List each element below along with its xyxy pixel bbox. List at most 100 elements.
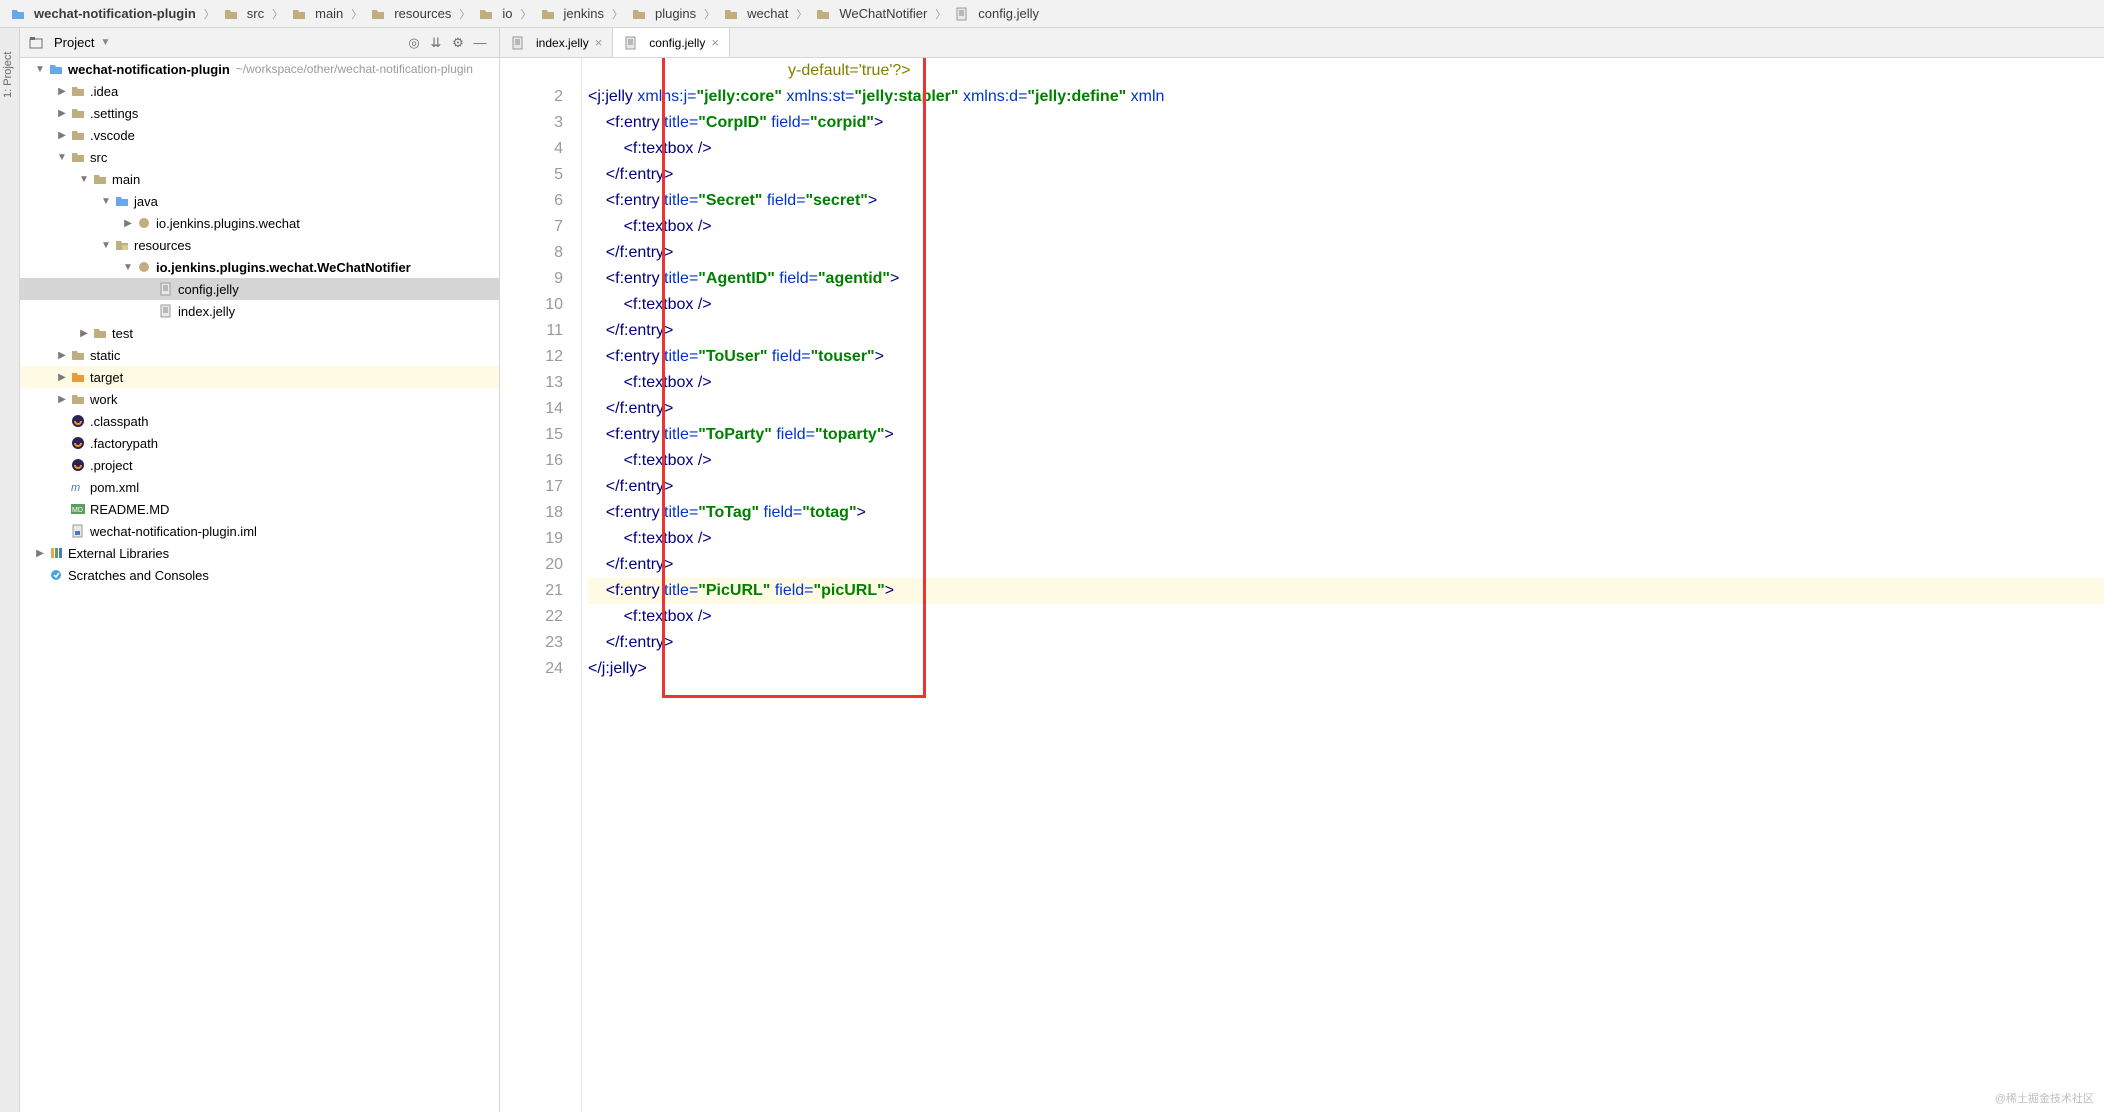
tree-label: resources (134, 238, 191, 253)
breadcrumb[interactable]: wechat-notification-plugin〉src〉main〉reso… (0, 0, 2104, 28)
code-line[interactable]: <f:textbox /> (588, 448, 2104, 474)
tree-node[interactable]: config.jelly (20, 278, 499, 300)
chevron-right-icon: 〉 (702, 6, 717, 22)
sidebar-title: Project (54, 35, 94, 50)
tree-node[interactable]: wechat-notification-plugin.iml (20, 520, 499, 542)
chevron-right-icon: 〉 (270, 6, 285, 22)
locate-icon[interactable]: ◎ (403, 32, 425, 54)
tree-arrow-icon[interactable] (98, 196, 114, 207)
code-line[interactable]: <j:jelly xmlns:j="jelly:core" xmlns:st="… (588, 84, 2104, 110)
code-line[interactable]: <f:textbox /> (588, 214, 2104, 240)
code-line[interactable]: <f:entry title="AgentID" field="agentid"… (588, 266, 2104, 292)
code-line[interactable]: <f:entry title="ToTag" field="totag"> (588, 500, 2104, 526)
tree-arrow-icon[interactable] (54, 108, 70, 119)
tree-arrow-icon[interactable] (54, 130, 70, 141)
code-line[interactable]: </f:entry> (588, 474, 2104, 500)
code-line[interactable]: </f:entry> (588, 396, 2104, 422)
breadcrumb-label: resources (394, 6, 451, 21)
tree-node[interactable]: main (20, 168, 499, 190)
breadcrumb-item[interactable]: src (219, 4, 268, 24)
tool-strip-label[interactable]: 1: Project (2, 52, 14, 98)
tree-node[interactable]: target (20, 366, 499, 388)
close-icon[interactable]: × (711, 35, 719, 50)
editor-tabs[interactable]: index.jelly×config.jelly× (500, 28, 2104, 58)
code-content[interactable]: y-default='true'?><j:jelly xmlns:j="jell… (582, 58, 2104, 1112)
collapse-icon[interactable]: ⇊ (425, 32, 447, 54)
tree-label: Scratches and Consoles (68, 568, 209, 583)
code-line[interactable]: <f:textbox /> (588, 604, 2104, 630)
code-line[interactable]: <f:entry title="PicURL" field="picURL"> (588, 578, 2104, 604)
tree-node[interactable]: io.jenkins.plugins.wechat (20, 212, 499, 234)
tree-arrow-icon[interactable] (120, 218, 136, 229)
tree-node[interactable]: work (20, 388, 499, 410)
dropdown-icon[interactable]: ▼ (100, 37, 110, 48)
tree-node[interactable]: index.jelly (20, 300, 499, 322)
breadcrumb-label: plugins (655, 6, 696, 21)
breadcrumb-item[interactable]: resources (366, 4, 455, 24)
breadcrumb-item[interactable]: wechat-notification-plugin (6, 4, 200, 24)
code-line[interactable]: <f:textbox /> (588, 136, 2104, 162)
tree-label: io.jenkins.plugins.wechat (156, 216, 300, 231)
minimize-icon[interactable]: — (469, 32, 491, 54)
code-line[interactable]: </f:entry> (588, 240, 2104, 266)
close-icon[interactable]: × (595, 35, 603, 50)
code-line[interactable]: </j:jelly> (588, 656, 2104, 682)
breadcrumb-item[interactable]: WeChatNotifier (811, 4, 931, 24)
breadcrumb-item[interactable]: main (287, 4, 347, 24)
tree-node[interactable]: java (20, 190, 499, 212)
tree-label: .idea (90, 84, 118, 99)
breadcrumb-item[interactable]: io (474, 4, 516, 24)
tree-node[interactable]: .classpath (20, 410, 499, 432)
tree-node[interactable]: .factorypath (20, 432, 499, 454)
tree-path: ~/workspace/other/wechat-notification-pl… (236, 62, 473, 76)
tree-node[interactable]: wechat-notification-plugin~/workspace/ot… (20, 58, 499, 80)
tree-node[interactable]: src (20, 146, 499, 168)
code-line[interactable]: </f:entry> (588, 318, 2104, 344)
editor-tab[interactable]: config.jelly× (613, 28, 730, 57)
code-line[interactable]: <f:textbox /> (588, 292, 2104, 318)
tree-node[interactable]: Scratches and Consoles (20, 564, 499, 586)
code-line[interactable]: </f:entry> (588, 552, 2104, 578)
tree-node[interactable]: .project (20, 454, 499, 476)
tree-node[interactable]: resources (20, 234, 499, 256)
project-tree[interactable]: wechat-notification-plugin~/workspace/ot… (20, 58, 499, 1112)
tree-node[interactable]: io.jenkins.plugins.wechat.WeChatNotifier (20, 256, 499, 278)
tree-arrow-icon[interactable] (54, 86, 70, 97)
tree-arrow-icon[interactable] (32, 64, 48, 75)
breadcrumb-label: main (315, 6, 343, 21)
tree-arrow-icon[interactable] (54, 372, 70, 383)
tree-arrow-icon[interactable] (76, 174, 92, 185)
code-line[interactable]: </f:entry> (588, 162, 2104, 188)
breadcrumb-item[interactable]: jenkins (536, 4, 608, 24)
tree-arrow-icon[interactable] (120, 262, 136, 273)
tree-node[interactable]: .idea (20, 80, 499, 102)
tree-node[interactable]: test (20, 322, 499, 344)
code-line[interactable]: <f:entry title="ToUser" field="touser"> (588, 344, 2104, 370)
tree-node[interactable]: .settings (20, 102, 499, 124)
tree-arrow-icon[interactable] (54, 152, 70, 163)
code-line[interactable]: <f:entry title="ToParty" field="toparty"… (588, 422, 2104, 448)
code-line[interactable]: <f:textbox /> (588, 370, 2104, 396)
code-line[interactable]: <f:entry title="Secret" field="secret"> (588, 188, 2104, 214)
tree-arrow-icon[interactable] (76, 328, 92, 339)
tree-node[interactable]: External Libraries (20, 542, 499, 564)
tree-arrow-icon[interactable] (98, 240, 114, 251)
gear-icon[interactable]: ⚙ (447, 32, 469, 54)
tree-arrow-icon[interactable] (54, 350, 70, 361)
tree-node[interactable]: MDREADME.MD (20, 498, 499, 520)
breadcrumb-item[interactable]: wechat (719, 4, 792, 24)
tree-node[interactable]: mpom.xml (20, 476, 499, 498)
code-line[interactable]: <f:textbox /> (588, 526, 2104, 552)
code-line[interactable]: </f:entry> (588, 630, 2104, 656)
tool-strip-left[interactable]: 1: Project (0, 28, 20, 1112)
breadcrumb-item[interactable]: config.jelly (950, 4, 1043, 24)
tree-node[interactable]: .vscode (20, 124, 499, 146)
code-viewport[interactable]: 23456789101112131415161718192021222324 y… (500, 58, 2104, 1112)
tree-arrow-icon[interactable] (54, 394, 70, 405)
svg-text:MD: MD (72, 507, 83, 514)
breadcrumb-item[interactable]: plugins (627, 4, 700, 24)
tree-arrow-icon[interactable] (32, 548, 48, 559)
code-line[interactable]: <f:entry title="CorpID" field="corpid"> (588, 110, 2104, 136)
tree-node[interactable]: static (20, 344, 499, 366)
editor-tab[interactable]: index.jelly× (500, 28, 613, 57)
